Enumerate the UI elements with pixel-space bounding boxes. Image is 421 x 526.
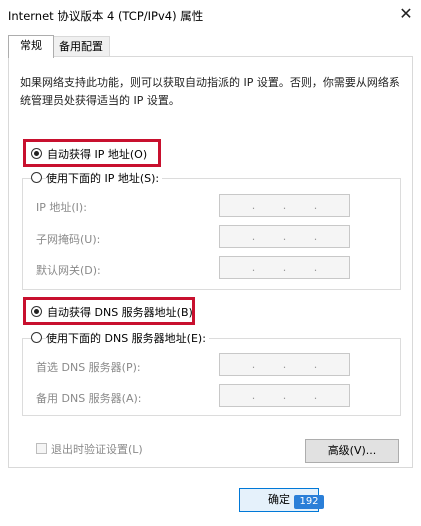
ip-dot: . <box>251 199 256 212</box>
ip-dot: . <box>313 389 318 402</box>
title-bar: Internet 协议版本 4 (TCP/IPv4) 属性 ✕ <box>0 0 421 30</box>
radio-auto-ip[interactable] <box>31 148 42 159</box>
ip-dot: . <box>282 261 287 274</box>
ip-dot: . <box>313 261 318 274</box>
preferred-dns-label: 首选 DNS 服务器(P): <box>36 361 141 374</box>
radio-selected-dot <box>34 309 39 314</box>
auto-ip-label[interactable]: 自动获得 IP 地址(O) <box>47 146 147 162</box>
close-icon[interactable]: ✕ <box>396 4 416 24</box>
radio-auto-dns[interactable] <box>31 306 42 317</box>
default-gateway-input[interactable]: ... <box>219 256 350 279</box>
validate-label[interactable]: 退出时验证设置(L) <box>51 441 143 457</box>
radio-manual-dns[interactable] <box>31 332 42 343</box>
ip-dot: . <box>313 358 318 371</box>
ip-dot: . <box>313 199 318 212</box>
alternate-dns-label: 备用 DNS 服务器(A): <box>36 392 142 405</box>
description-text: 如果网络支持此功能，则可以获取自动指派的 IP 设置。否则，你需要从网络系统管理… <box>20 76 400 107</box>
preferred-dns-input[interactable]: ... <box>219 353 350 376</box>
tab-alternate-config[interactable]: 备用配置 <box>52 36 110 57</box>
watermark-badge: 192 <box>294 495 324 509</box>
ip-dot: . <box>251 261 256 274</box>
ip-dot: . <box>282 358 287 371</box>
ip-address-label: IP 地址(I): <box>36 201 87 214</box>
subnet-mask-label: 子网掩码(U): <box>36 233 101 246</box>
ip-dot: . <box>282 389 287 402</box>
manual-ip-label[interactable]: 使用下面的 IP 地址(S): <box>46 170 163 186</box>
ok-button-label: 确定 <box>268 493 290 506</box>
ip-address-input[interactable]: ... <box>219 194 350 217</box>
ip-dot: . <box>282 199 287 212</box>
ip-dot: . <box>282 230 287 243</box>
alternate-dns-input[interactable]: ... <box>219 384 350 407</box>
validate-checkbox[interactable] <box>36 443 47 454</box>
subnet-mask-input[interactable]: ... <box>219 225 350 248</box>
radio-manual-ip[interactable] <box>31 172 42 183</box>
default-gateway-label: 默认网关(D): <box>36 264 101 277</box>
window-title: Internet 协议版本 4 (TCP/IPv4) 属性 <box>8 9 204 23</box>
ip-dot: . <box>251 358 256 371</box>
advanced-button[interactable]: 高级(V)... <box>305 439 399 463</box>
auto-dns-label[interactable]: 自动获得 DNS 服务器地址(B) <box>47 304 193 320</box>
radio-selected-dot <box>34 151 39 156</box>
manual-dns-label[interactable]: 使用下面的 DNS 服务器地址(E): <box>46 330 209 346</box>
ip-dot: . <box>251 230 256 243</box>
ip-dot: . <box>251 389 256 402</box>
tab-general[interactable]: 常规 <box>8 35 54 58</box>
ip-dot: . <box>313 230 318 243</box>
